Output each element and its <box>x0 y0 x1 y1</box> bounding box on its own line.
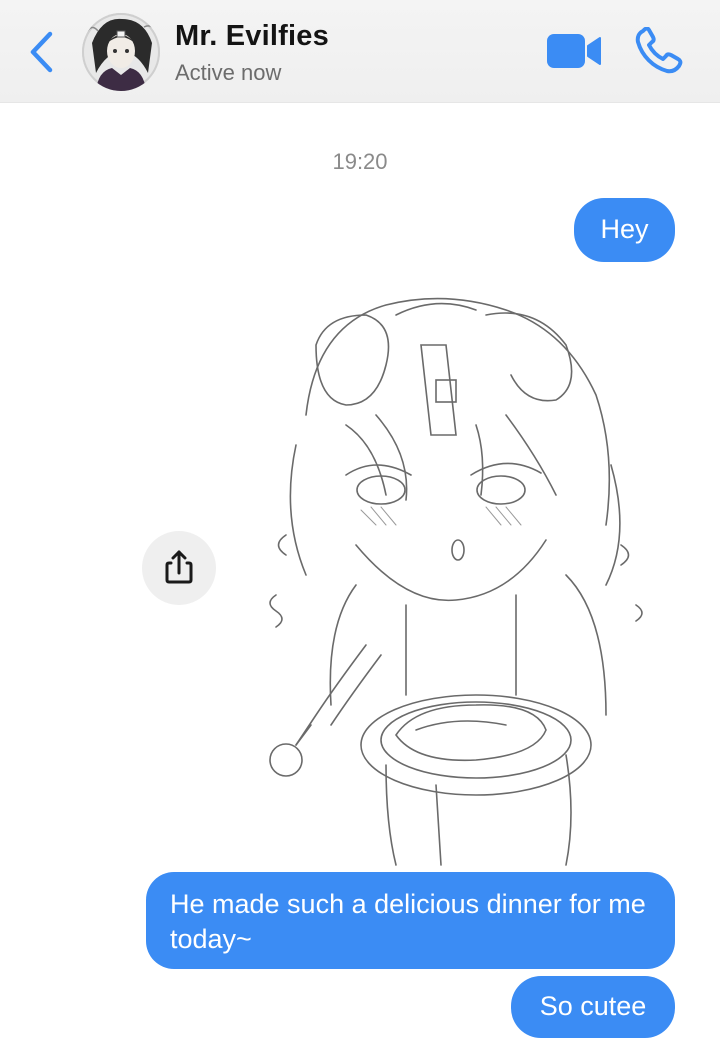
message-bubble[interactable]: He made such a delicious dinner for me t… <box>146 872 675 969</box>
avatar[interactable] <box>82 13 160 91</box>
chevron-left-icon <box>30 31 53 73</box>
video-camera-icon <box>547 34 601 68</box>
message-bubble[interactable]: Hey <box>574 198 675 262</box>
video-call-button[interactable] <box>546 33 602 69</box>
chat-header: Mr. Evilfies Active now <box>0 0 720 103</box>
back-button[interactable] <box>24 28 60 76</box>
share-button[interactable] <box>142 531 216 605</box>
contact-name[interactable]: Mr. Evilfies <box>175 20 329 53</box>
phone-icon <box>635 26 683 74</box>
message-timestamp: 19:20 <box>332 149 388 174</box>
voice-call-button[interactable] <box>634 26 684 75</box>
message-bubble[interactable]: So cutee <box>511 976 675 1038</box>
sketch-image-message[interactable] <box>236 285 676 868</box>
share-icon <box>165 550 193 584</box>
active-status: Active now <box>175 60 282 85</box>
